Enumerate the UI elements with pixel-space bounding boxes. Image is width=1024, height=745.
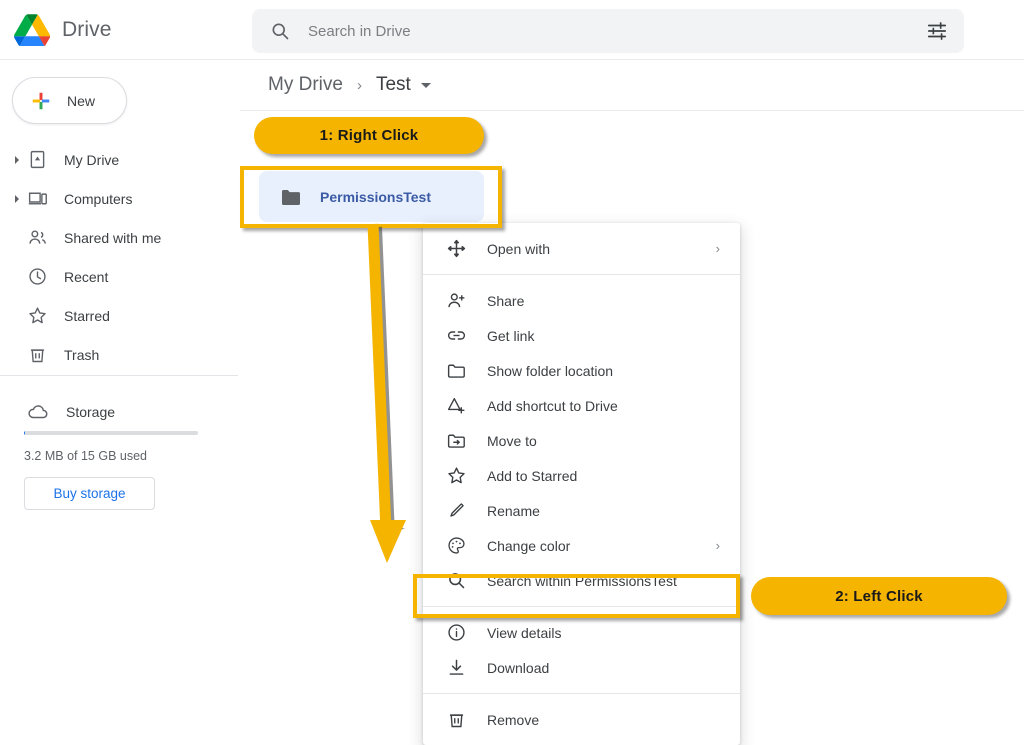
breadcrumb-separator: ›: [357, 77, 362, 94]
menu-item-label: View details: [487, 625, 561, 641]
sidebar-item-trash[interactable]: Trash: [0, 335, 240, 374]
buy-storage-button[interactable]: Buy storage: [24, 477, 155, 510]
new-button[interactable]: New: [12, 77, 127, 124]
app-title: Drive: [62, 18, 112, 42]
sidebar-item-recent[interactable]: Recent: [0, 257, 240, 296]
chevron-right-icon[interactable]: [12, 194, 22, 204]
menu-separator: [423, 274, 740, 275]
menu-item-label: Get link: [487, 328, 534, 344]
clock-icon: [27, 266, 48, 287]
menu-item-download[interactable]: Download: [423, 650, 740, 685]
sidebar-item-starred[interactable]: Starred: [0, 296, 240, 335]
sidebar-item-label: Recent: [64, 269, 108, 285]
download-icon: [446, 657, 467, 678]
top-bar: Drive: [0, 0, 1024, 60]
info-circle-icon: [446, 622, 467, 643]
storage-usage-text: 3.2 MB of 15 GB used: [24, 449, 147, 463]
menu-item-label: Show folder location: [487, 363, 613, 379]
submenu-arrow-icon: ›: [716, 538, 720, 553]
menu-item-label: Download: [487, 660, 549, 676]
menu-item-move-to[interactable]: Move to: [423, 423, 740, 458]
drive-logo-icon: [14, 14, 50, 46]
highlight-box-view-details: [413, 574, 740, 618]
search-options-icon[interactable]: [926, 20, 948, 42]
sidebar-item-computers[interactable]: Computers: [0, 179, 240, 218]
link-icon: [446, 325, 467, 346]
cloud-icon: [27, 401, 49, 423]
submenu-arrow-icon: ›: [716, 241, 720, 256]
chevron-down-icon[interactable]: [421, 83, 431, 88]
shared-with-me-icon: [27, 227, 48, 248]
context-menu: Open with › Share Get link Show folder l…: [423, 223, 740, 745]
sidebar-divider: [0, 375, 238, 376]
menu-item-label: Change color: [487, 538, 570, 554]
menu-item-open-with[interactable]: Open with ›: [423, 231, 740, 266]
sidebar-item-label: My Drive: [64, 152, 119, 168]
menu-item-add-to-starred[interactable]: Add to Starred: [423, 458, 740, 493]
pencil-icon: [446, 500, 467, 521]
search-icon: [270, 21, 290, 41]
sidebar-item-label: Computers: [64, 191, 132, 207]
storage-label: Storage: [66, 404, 115, 420]
star-outline-icon: [446, 465, 467, 486]
sidebar-item-label: Shared with me: [64, 230, 161, 246]
palette-icon: [446, 535, 467, 556]
menu-item-show-folder-location[interactable]: Show folder location: [423, 353, 740, 388]
chevron-right-icon[interactable]: [12, 155, 22, 165]
callout-step-2: 2: Left Click: [751, 577, 1007, 615]
new-button-label: New: [67, 93, 95, 109]
share-person-add-icon: [446, 290, 467, 311]
sidebar-item-storage[interactable]: Storage: [0, 392, 115, 431]
star-icon: [27, 305, 48, 326]
computers-icon: [27, 188, 48, 209]
folder-outline-icon: [446, 360, 467, 381]
menu-item-label: Rename: [487, 503, 540, 519]
storage-progress-bar: [24, 431, 198, 435]
menu-item-label: Add shortcut to Drive: [487, 398, 618, 414]
breadcrumb: My Drive › Test: [240, 60, 1024, 111]
menu-item-label: Open with: [487, 241, 550, 257]
breadcrumb-root[interactable]: My Drive: [268, 74, 343, 96]
menu-item-label: Add to Starred: [487, 468, 577, 484]
breadcrumb-current[interactable]: Test: [376, 74, 411, 96]
highlight-box-folder: [240, 166, 502, 228]
brand[interactable]: Drive: [14, 10, 112, 50]
search-input[interactable]: [306, 22, 926, 41]
add-shortcut-icon: [446, 395, 467, 416]
sidebar-item-label: Trash: [64, 347, 99, 363]
menu-separator: [423, 693, 740, 694]
my-drive-icon: [27, 149, 48, 170]
sidebar-item-label: Starred: [64, 308, 110, 324]
menu-item-get-link[interactable]: Get link: [423, 318, 740, 353]
sidebar: New My Drive Computers Shared: [0, 60, 240, 720]
trash-icon: [27, 344, 48, 365]
search-bar[interactable]: [252, 9, 964, 53]
menu-item-label: Share: [487, 293, 524, 309]
open-with-icon: [446, 238, 467, 259]
storage-progress-fill: [24, 431, 25, 435]
menu-item-share[interactable]: Share: [423, 283, 740, 318]
move-to-folder-icon: [446, 430, 467, 451]
sidebar-item-shared-with-me[interactable]: Shared with me: [0, 218, 240, 257]
plus-icon: [30, 90, 52, 112]
menu-item-label: Move to: [487, 433, 537, 449]
sidebar-item-my-drive[interactable]: My Drive: [0, 140, 240, 179]
menu-item-change-color[interactable]: Change color ›: [423, 528, 740, 563]
menu-item-view-details[interactable]: View details: [423, 615, 740, 650]
menu-item-add-shortcut-to-drive[interactable]: Add shortcut to Drive: [423, 388, 740, 423]
menu-item-rename[interactable]: Rename: [423, 493, 740, 528]
callout-step-1: 1: Right Click: [254, 117, 484, 154]
sidebar-nav: My Drive Computers Shared with me Recent: [0, 140, 240, 374]
